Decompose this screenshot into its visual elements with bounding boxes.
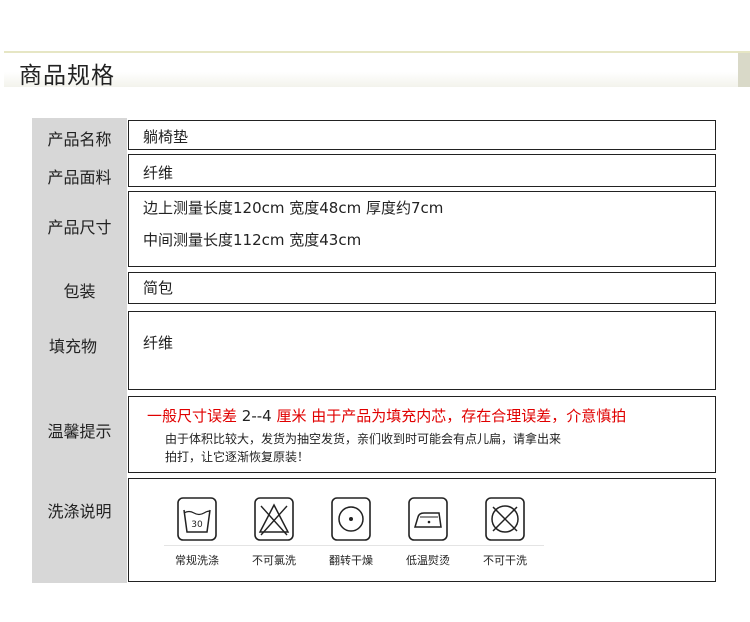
care-label-tumble-dry: 翻转干燥 [329, 554, 373, 567]
label-packaging: 包装 [63, 282, 96, 301]
notice-line-3: 拍打，让它逐渐恢复原装！ [165, 450, 310, 464]
label-fabric: 产品面料 [47, 168, 112, 187]
notice-line-2: 由于体积比较大，发货为抽空发货，亲们收到时可能会有点儿扁，请拿出来 [165, 432, 562, 446]
low-iron-icon [408, 497, 448, 541]
fabric-value: 纤维 [143, 164, 174, 182]
product-name-value: 躺椅垫 [143, 128, 189, 146]
cell-size: 边上测量长度120cm 宽度48cm 厚度约7cm 中间测量长度112cm 宽度… [128, 191, 716, 267]
label-filling: 填充物 [48, 337, 97, 356]
cell-fabric: 纤维 [128, 154, 716, 187]
label-care: 洗涤说明 [47, 502, 112, 521]
label-size: 产品尺寸 [47, 218, 112, 237]
label-product-name: 产品名称 [47, 130, 112, 149]
label-notice: 温馨提示 [47, 422, 112, 441]
header-accent [738, 53, 750, 87]
care-label-no-dry-clean: 不可干洗 [483, 554, 527, 567]
care-label-wash: 常规洗涤 [175, 554, 219, 567]
cell-packaging: 简包 [128, 272, 716, 304]
wash-tub-icon: 30 [177, 497, 217, 541]
wash-temp-label: 30 [191, 520, 203, 530]
notice-line-1: 一般尺寸误差 2--4 厘米 由于产品为填充内芯，存在合理误差，介意慎拍 [147, 405, 626, 426]
size-line-1: 边上测量长度120cm 宽度48cm 厚度约7cm [143, 199, 444, 217]
care-label-low-iron: 低温熨烫 [406, 554, 450, 567]
packaging-value: 简包 [143, 279, 174, 297]
filling-value: 纤维 [143, 334, 174, 352]
size-line-2: 中间测量长度112cm 宽度43cm [143, 231, 362, 249]
page-title: 商品规格 [19, 63, 115, 89]
tumble-dry-icon [331, 497, 371, 541]
cell-notice: 一般尺寸误差 2--4 厘米 由于产品为填充内芯，存在合理误差，介意慎拍 由于体… [128, 396, 716, 473]
notice-red-b: 厘米 由于产品为填充内芯，存在合理误差，介意慎拍 [276, 407, 627, 425]
care-divider [164, 545, 544, 546]
cell-product-name: 躺椅垫 [128, 120, 716, 150]
cell-filling: 纤维 [128, 311, 716, 390]
notice-red-a: 一般尺寸误差 [147, 407, 238, 425]
notice-middle: 2--4 [237, 407, 277, 425]
care-label-no-bleach: 不可氯洗 [252, 554, 296, 567]
no-dry-clean-icon [485, 497, 525, 541]
no-bleach-icon [254, 497, 294, 541]
